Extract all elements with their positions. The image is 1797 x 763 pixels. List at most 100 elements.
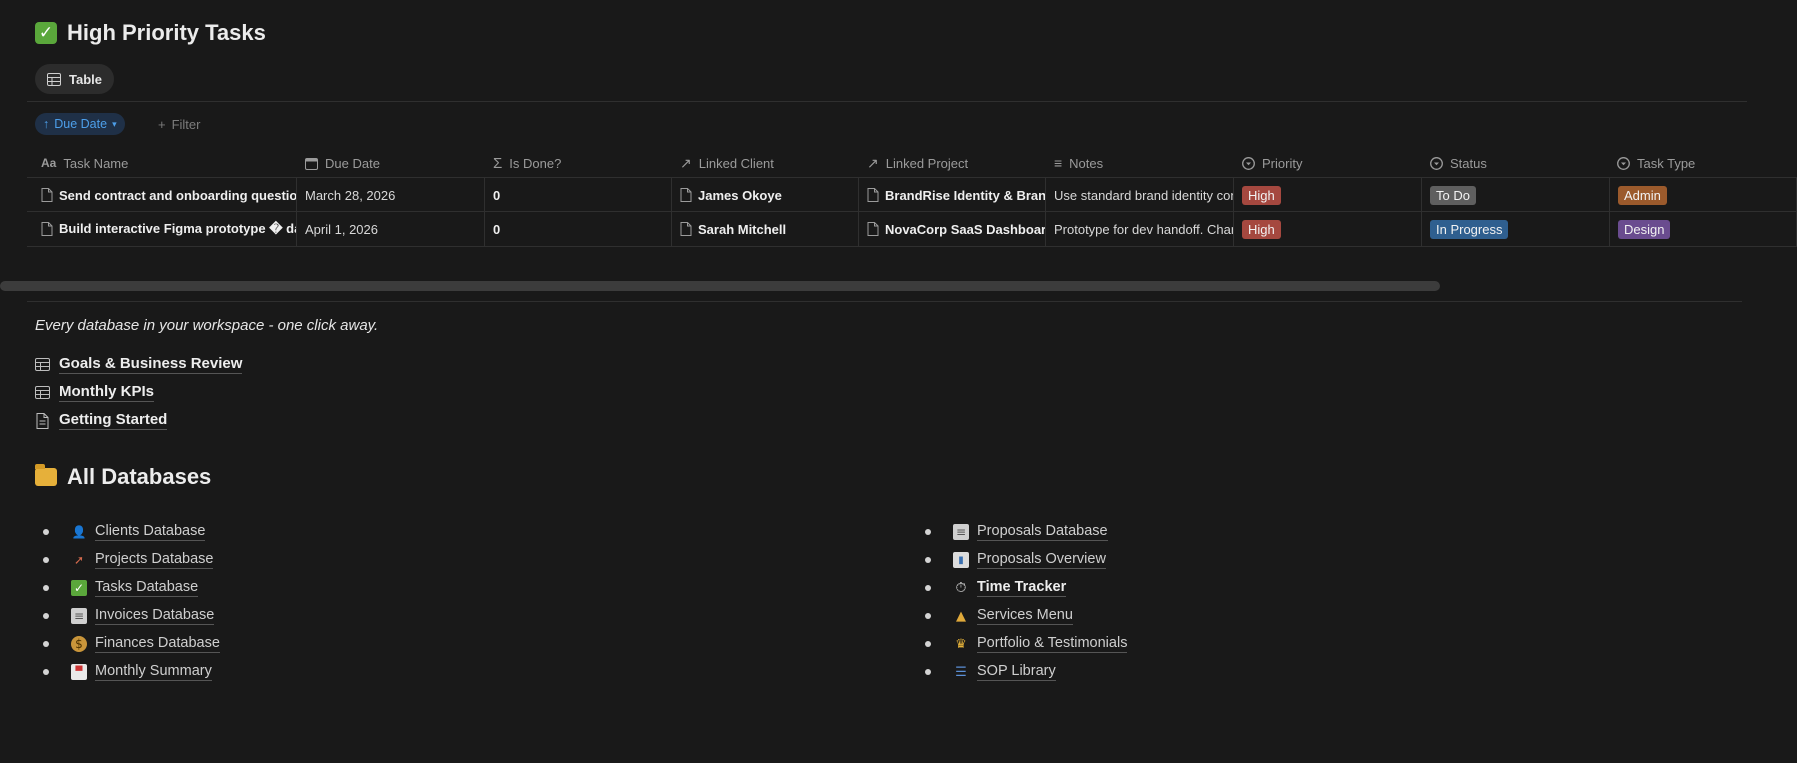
link-goals-business-review[interactable]: Goals & Business Review <box>35 355 243 374</box>
cell-is-done[interactable]: 0 <box>485 178 672 212</box>
sort-label: Due Date <box>54 117 108 131</box>
list-item-tasks-database[interactable]: ✓ Tasks Database <box>43 579 199 597</box>
list-item-finances-database[interactable]: $ Finances Database <box>43 635 220 653</box>
list-item-label: Portfolio & Testimonials <box>977 635 1128 653</box>
page-title: High Priority Tasks <box>67 20 266 45</box>
column-header-due-date[interactable]: Due Date <box>305 148 380 178</box>
table-header: Aa Task Name Due Date Σ Is Done? ↗ Linke… <box>27 148 1797 178</box>
table-row[interactable]: Send contract and onboarding questionnai… <box>27 177 1797 212</box>
list-item-services-menu[interactable]: ▲ Services Menu <box>925 607 1073 625</box>
cell-status[interactable]: To Do <box>1422 178 1610 212</box>
page-icon <box>867 188 879 202</box>
link-monthly-kpis[interactable]: Monthly KPIs <box>35 383 155 402</box>
text-type-icon: Aa <box>41 156 57 170</box>
list-item-label: Projects Database <box>95 551 214 569</box>
cell-due-date[interactable]: March 28, 2026 <box>297 178 485 212</box>
cell-priority[interactable]: High <box>1234 212 1422 246</box>
cell-priority[interactable]: High <box>1234 178 1422 212</box>
cell-linked-project[interactable]: NovaCorp SaaS Dashboard <box>859 212 1046 246</box>
cell-is-done[interactable]: 0 <box>485 212 672 246</box>
rocket-icon: ➚ <box>73 553 85 567</box>
view-tab-label: Table <box>69 71 102 87</box>
bullet <box>43 585 49 591</box>
notes-text: Prototype for dev handoff. Changes <box>1054 221 1233 237</box>
cell-linked-client[interactable]: Sarah Mitchell <box>672 212 859 246</box>
plus-icon: + <box>158 117 166 132</box>
column-header-task-name[interactable]: Aa Task Name <box>41 148 128 178</box>
trophy-icon: ♛ <box>955 636 967 652</box>
cell-task-name[interactable]: Build interactive Figma prototype � dash… <box>27 212 297 246</box>
arrow-up-icon: ↑ <box>43 117 50 131</box>
project-name: NovaCorp SaaS Dashboard <box>885 221 1046 237</box>
filter-button[interactable]: + Filter <box>158 117 200 132</box>
list-item-label: Proposals Database <box>977 523 1108 541</box>
cell-status[interactable]: In Progress <box>1422 212 1610 246</box>
list-item-sop-library[interactable]: ☰ SOP Library <box>925 663 1056 681</box>
page-icon <box>680 188 692 202</box>
relation-arrow-icon: ↗ <box>867 154 879 171</box>
bullet <box>43 669 49 675</box>
view-tab-table[interactable]: Table <box>35 64 114 94</box>
select-icon <box>1430 156 1443 170</box>
bullet <box>925 641 931 647</box>
cell-task-name[interactable]: Send contract and onboarding questionnai… <box>27 178 297 212</box>
column-label: Linked Project <box>885 155 969 171</box>
column-header-priority[interactable]: Priority <box>1242 148 1302 178</box>
text-lines-icon: ≡ <box>1054 155 1063 171</box>
task-name: Build interactive Figma prototype � dash… <box>59 221 296 236</box>
cell-task-type[interactable]: Design <box>1610 212 1797 246</box>
page-icon <box>41 222 53 236</box>
column-header-status[interactable]: Status <box>1430 148 1487 178</box>
column-label: Notes <box>1069 155 1104 171</box>
section-heading: All Databases <box>35 464 211 490</box>
list-item-monthly-summary[interactable]: ▀ Monthly Summary <box>43 663 212 681</box>
cell-linked-client[interactable]: James Okoye <box>672 178 859 212</box>
column-label: Due Date <box>325 155 380 171</box>
bar-chart-icon: ▮ <box>953 552 969 568</box>
project-name: BrandRise Identity & Brand <box>885 187 1046 203</box>
page-header: ✓ High Priority Tasks <box>35 20 266 46</box>
select-icon <box>1617 156 1630 170</box>
person-icon: 👤 <box>71 525 87 539</box>
list-item-invoices-database[interactable]: ≡ Invoices Database <box>43 607 215 625</box>
list-item-time-tracker[interactable]: ⏱ Time Tracker <box>925 579 1067 597</box>
is-done-value: 0 <box>493 221 501 237</box>
bullet <box>43 557 49 563</box>
column-header-task-type[interactable]: Task Type <box>1617 148 1695 178</box>
link-label: Monthly KPIs <box>59 383 155 402</box>
column-header-linked-project[interactable]: ↗ Linked Project <box>867 148 968 178</box>
task-type-tag: Design <box>1618 219 1671 239</box>
list-item-proposals-database[interactable]: ≡ Proposals Database <box>925 523 1108 541</box>
list-item-portfolio-testimonials[interactable]: ♛ Portfolio & Testimonials <box>925 635 1128 653</box>
cell-notes[interactable]: Prototype for dev handoff. Changes <box>1046 212 1234 246</box>
clipboard-icon: ≡ <box>953 524 969 540</box>
column-header-linked-client[interactable]: ↗ Linked Client <box>680 148 774 178</box>
cell-linked-project[interactable]: BrandRise Identity & Brand <box>859 178 1046 212</box>
column-label: Priority <box>1262 155 1303 171</box>
relation-arrow-icon: ↗ <box>680 154 692 171</box>
sort-due-date-button[interactable]: ↑ Due Date ▾ <box>35 113 125 135</box>
cell-task-type[interactable]: Admin <box>1610 178 1797 212</box>
divider <box>27 101 1747 102</box>
column-header-is-done[interactable]: Σ Is Done? <box>493 148 561 178</box>
page-icon <box>36 412 49 429</box>
horizontal-scrollbar[interactable] <box>0 281 1440 291</box>
bullet <box>925 585 931 591</box>
column-header-notes[interactable]: ≡ Notes <box>1054 148 1103 178</box>
list-item-label: Time Tracker <box>977 579 1067 597</box>
list-item-projects-database[interactable]: ➚ Projects Database <box>43 551 214 569</box>
bullet <box>925 613 931 619</box>
priority-tag: High <box>1242 185 1281 205</box>
bullet <box>925 669 931 675</box>
list-item-label: Services Menu <box>977 607 1073 625</box>
task-name: Send contract and onboarding questionnai… <box>59 187 297 203</box>
link-getting-started[interactable]: Getting Started <box>35 411 168 430</box>
cell-notes[interactable]: Use standard brand identity contract <box>1046 178 1234 212</box>
list-item-label: Invoices Database <box>95 607 215 625</box>
cell-due-date[interactable]: April 1, 2026 <box>297 212 485 246</box>
list-item-clients-database[interactable]: 👤 Clients Database <box>43 523 206 541</box>
stopwatch-icon: ⏱ <box>955 580 967 596</box>
list-item-proposals-overview[interactable]: ▮ Proposals Overview <box>925 551 1106 569</box>
table-row[interactable]: Build interactive Figma prototype � dash… <box>27 211 1797 247</box>
books-icon: ☰ <box>955 664 967 680</box>
